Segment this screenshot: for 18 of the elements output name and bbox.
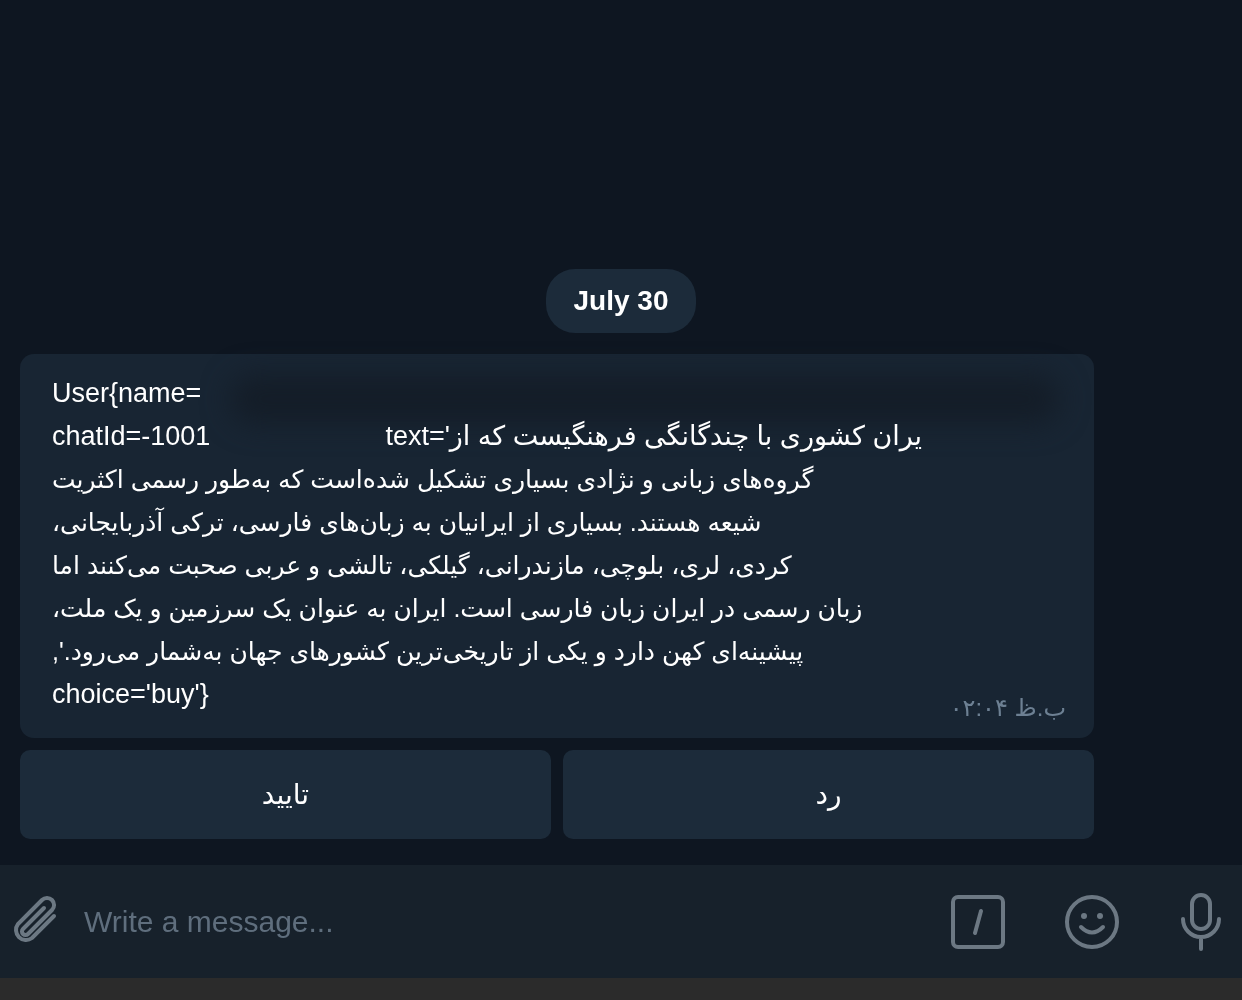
inline-button[interactable]: تایید [20,750,551,839]
message-text: text='یران کشوری با چندگانگی فرهنگیست که از [385,421,923,451]
message-text: پیشینه‌ای کهن دارد و یکی از تاریخی‌ترین کشورهای جهان به‌شمار می‌رود.', [52,637,804,665]
command-icon[interactable] [950,893,1006,950]
message-text: choice='buy'} [52,679,209,709]
date-label: July 30 [545,269,697,333]
message-text: زبان رسمی در ایران زبان فارسی است. ایران به عنوان یک سرزمین و یک ملت، [52,594,863,622]
message-input[interactable]: Write a message... [82,898,930,945]
smiley-icon[interactable] [1064,893,1120,950]
message-text: شیعه هستند. بسیاری از ایرانیان به زبان‌های فارسی، ترکی آذربایجانی، [52,508,762,536]
message-text: گروه‌های زبانی و نژادی بسیاری تشکیل شده‌است که به‌طور رسمی اکثریت [52,465,814,493]
message-text: User{name= [52,378,202,408]
message-time: ب.ظ ۰۲:۰۴ [949,693,1066,723]
message-text: chatId=-1001 [52,421,211,451]
message-text: کردی، لری، بلوچی، مازندرانی، گیلکی، تالشی و عربی صحبت می‌کنند اما [52,551,792,579]
inline-button[interactable]: رد [563,750,1094,839]
composer-bar[interactable]: Write a message... [0,865,1242,978]
microphone-icon[interactable] [1178,892,1224,951]
